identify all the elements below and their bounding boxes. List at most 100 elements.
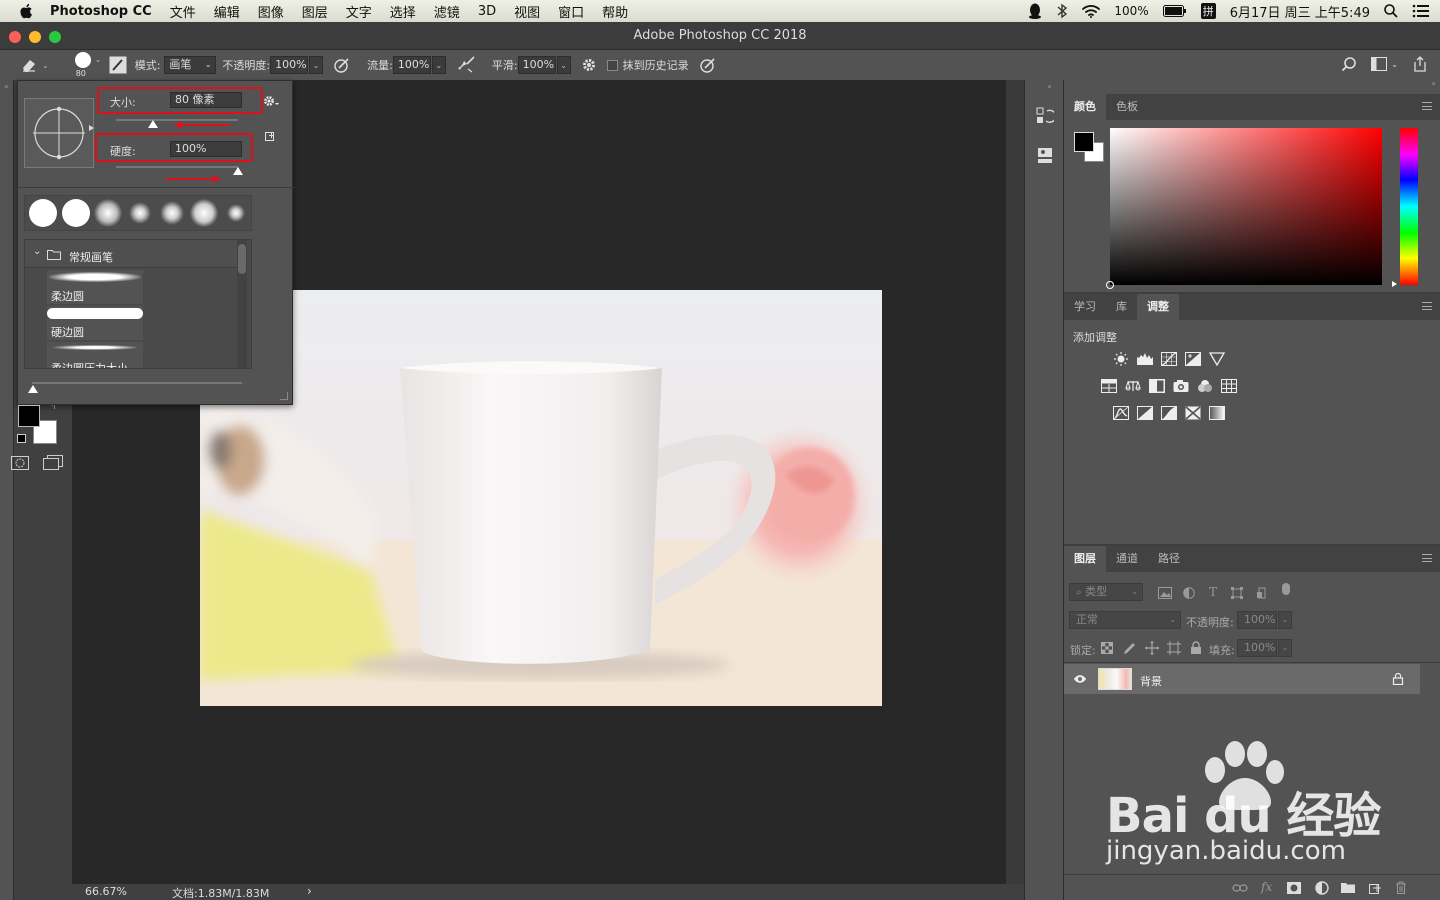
- tab-paths[interactable]: 路径: [1148, 546, 1190, 572]
- dock-collapse-arrows-icon[interactable]: «: [1047, 82, 1052, 91]
- curves-icon[interactable]: [1161, 352, 1177, 366]
- layer-filter-kind-select[interactable]: ⌕ 类型 ⌄: [1069, 583, 1143, 601]
- color-picker-field[interactable]: [1106, 128, 1382, 289]
- hue-slider-pointer[interactable]: [1392, 281, 1397, 287]
- threshold-icon[interactable]: [1161, 406, 1177, 420]
- apple-icon[interactable]: [18, 3, 36, 19]
- zoom-level[interactable]: 66.67%: [85, 885, 127, 898]
- wifi-icon[interactable]: [1082, 4, 1101, 18]
- exposure-icon[interactable]: [1185, 352, 1201, 366]
- new-fill-adjustment-layer-icon[interactable]: [1315, 881, 1329, 895]
- filter-type-layers-icon[interactable]: T: [1209, 585, 1217, 599]
- link-layers-icon[interactable]: [1232, 883, 1248, 893]
- color-panel-menu-icon[interactable]: [1422, 102, 1432, 110]
- lock-image-pixels-icon[interactable]: [1123, 641, 1137, 655]
- recent-brush-tip[interactable]: [94, 199, 122, 227]
- opacity-input[interactable]: 100%: [270, 56, 309, 74]
- tab-color[interactable]: 颜色: [1064, 94, 1106, 120]
- brightness-contrast-icon[interactable]: [1113, 352, 1129, 366]
- qq-icon[interactable]: [1028, 3, 1042, 19]
- filter-smart-objects-icon[interactable]: [1256, 587, 1268, 599]
- flow-input[interactable]: 100%: [392, 56, 431, 74]
- menu-filter[interactable]: 滤镜: [434, 2, 460, 21]
- foreground-color-swatch[interactable]: [18, 405, 40, 427]
- color-panel-fg-swatch[interactable]: [1074, 132, 1094, 152]
- status-menu-arrow[interactable]: ›: [307, 884, 312, 898]
- color-lookup-icon[interactable]: [1221, 379, 1237, 393]
- tab-channels[interactable]: 通道: [1106, 546, 1148, 572]
- brush-preview-expand-arrow[interactable]: [89, 125, 94, 131]
- brush-item-hard-round[interactable]: 硬边圆: [47, 306, 143, 340]
- resize-grip-icon[interactable]: [280, 392, 288, 400]
- hue-slider[interactable]: [1400, 128, 1418, 285]
- channel-mixer-icon[interactable]: [1197, 379, 1213, 393]
- menu-select[interactable]: 选择: [390, 2, 416, 21]
- brush-size-slider-thumb[interactable]: [147, 120, 158, 128]
- brush-angle-roundness-preview[interactable]: [24, 98, 94, 168]
- layer-visibility-eye-icon[interactable]: [1073, 674, 1087, 684]
- layer-fill-dropdown-icon[interactable]: ⌄: [1278, 639, 1292, 657]
- brush-item-soft-round[interactable]: 柔边圆: [47, 270, 143, 304]
- menu-edit[interactable]: 编辑: [214, 2, 240, 21]
- tab-libraries[interactable]: 库: [1106, 294, 1137, 320]
- lock-position-icon[interactable]: [1145, 641, 1159, 655]
- airbrush-icon[interactable]: [456, 56, 476, 74]
- new-layer-icon[interactable]: [1369, 882, 1381, 894]
- layer-row[interactable]: 背景: [1064, 664, 1420, 694]
- invert-icon[interactable]: [1113, 406, 1129, 420]
- document-vertical-scrollbar[interactable]: [1006, 80, 1024, 884]
- image-canvas-mug-photo[interactable]: [200, 290, 882, 706]
- menu-file[interactable]: 文件: [170, 2, 196, 21]
- menu-window[interactable]: 窗口: [558, 2, 584, 21]
- tab-adjustments[interactable]: 调整: [1137, 294, 1179, 320]
- pressure-size-icon[interactable]: [699, 56, 717, 74]
- bluetooth-icon[interactable]: [1056, 3, 1068, 19]
- layers-panel-menu-icon[interactable]: [1422, 554, 1432, 562]
- recent-brush-tip[interactable]: [190, 199, 218, 227]
- filter-pixel-layers-icon[interactable]: [1158, 587, 1172, 599]
- filter-shape-layers-icon[interactable]: [1231, 587, 1243, 599]
- preview-size-slider-thumb[interactable]: [28, 385, 38, 393]
- lock-all-icon[interactable]: [1190, 641, 1202, 654]
- color-field-cursor[interactable]: [1106, 281, 1114, 289]
- opacity-dropdown-icon[interactable]: ⌄: [309, 56, 324, 74]
- default-colors-icon[interactable]: [17, 434, 26, 443]
- brush-hardness-slider-track[interactable]: [116, 166, 238, 168]
- preview-size-slider-track[interactable]: [32, 382, 242, 384]
- blend-mode-select[interactable]: 正常 ⌄: [1069, 611, 1181, 629]
- layer-opacity-input[interactable]: 100%: [1237, 611, 1277, 629]
- brush-preset-picker[interactable]: 80 ⌄: [73, 50, 103, 80]
- color-balance-icon[interactable]: [1125, 379, 1141, 393]
- mode-select[interactable]: 画笔 ⌄: [164, 56, 217, 74]
- add-layer-mask-icon[interactable]: [1287, 882, 1301, 894]
- brush-panel-settings-gear-icon[interactable]: [263, 94, 279, 108]
- layer-name[interactable]: 背景: [1140, 673, 1162, 689]
- layer-effects-icon[interactable]: fx: [1261, 880, 1272, 894]
- tool-preset-picker[interactable]: ⌄: [20, 57, 49, 73]
- tab-learn[interactable]: 学习: [1064, 294, 1106, 320]
- brush-folder-general[interactable]: ⌄ 常规画笔: [25, 240, 237, 268]
- menubar-clock[interactable]: 6月17日 周三 上午5:49: [1230, 2, 1370, 21]
- battery-icon[interactable]: [1162, 5, 1187, 17]
- new-group-folder-icon[interactable]: [1341, 882, 1355, 893]
- erase-history-checkbox[interactable]: [606, 59, 618, 71]
- brush-list-scroll-thumb[interactable]: [238, 244, 246, 274]
- selective-color-icon[interactable]: [1185, 406, 1201, 420]
- panels-collapse-arrows-icon[interactable]: »: [1431, 79, 1436, 88]
- menu-layer[interactable]: 图层: [302, 2, 328, 21]
- filter-adjustment-layers-icon[interactable]: [1183, 587, 1195, 599]
- screen-mode-icon[interactable]: [43, 455, 63, 471]
- tab-layers[interactable]: 图层: [1064, 546, 1106, 572]
- menu-3d[interactable]: 3D: [478, 4, 496, 19]
- brush-settings-panel-toggle-icon[interactable]: [109, 56, 127, 74]
- pressure-opacity-icon[interactable]: [333, 56, 351, 74]
- menu-help[interactable]: 帮助: [602, 2, 628, 21]
- recent-brush-tip[interactable]: [222, 199, 250, 227]
- menu-app-name[interactable]: Photoshop CC: [50, 4, 152, 19]
- adjustments-panel-menu-icon[interactable]: [1422, 302, 1432, 310]
- share-icon[interactable]: [1412, 56, 1428, 72]
- brush-hardness-slider-thumb[interactable]: [233, 167, 243, 175]
- vibrance-icon[interactable]: [1209, 352, 1225, 366]
- quick-mask-icon[interactable]: [11, 456, 29, 470]
- lock-transparent-pixels-icon[interactable]: [1101, 642, 1113, 654]
